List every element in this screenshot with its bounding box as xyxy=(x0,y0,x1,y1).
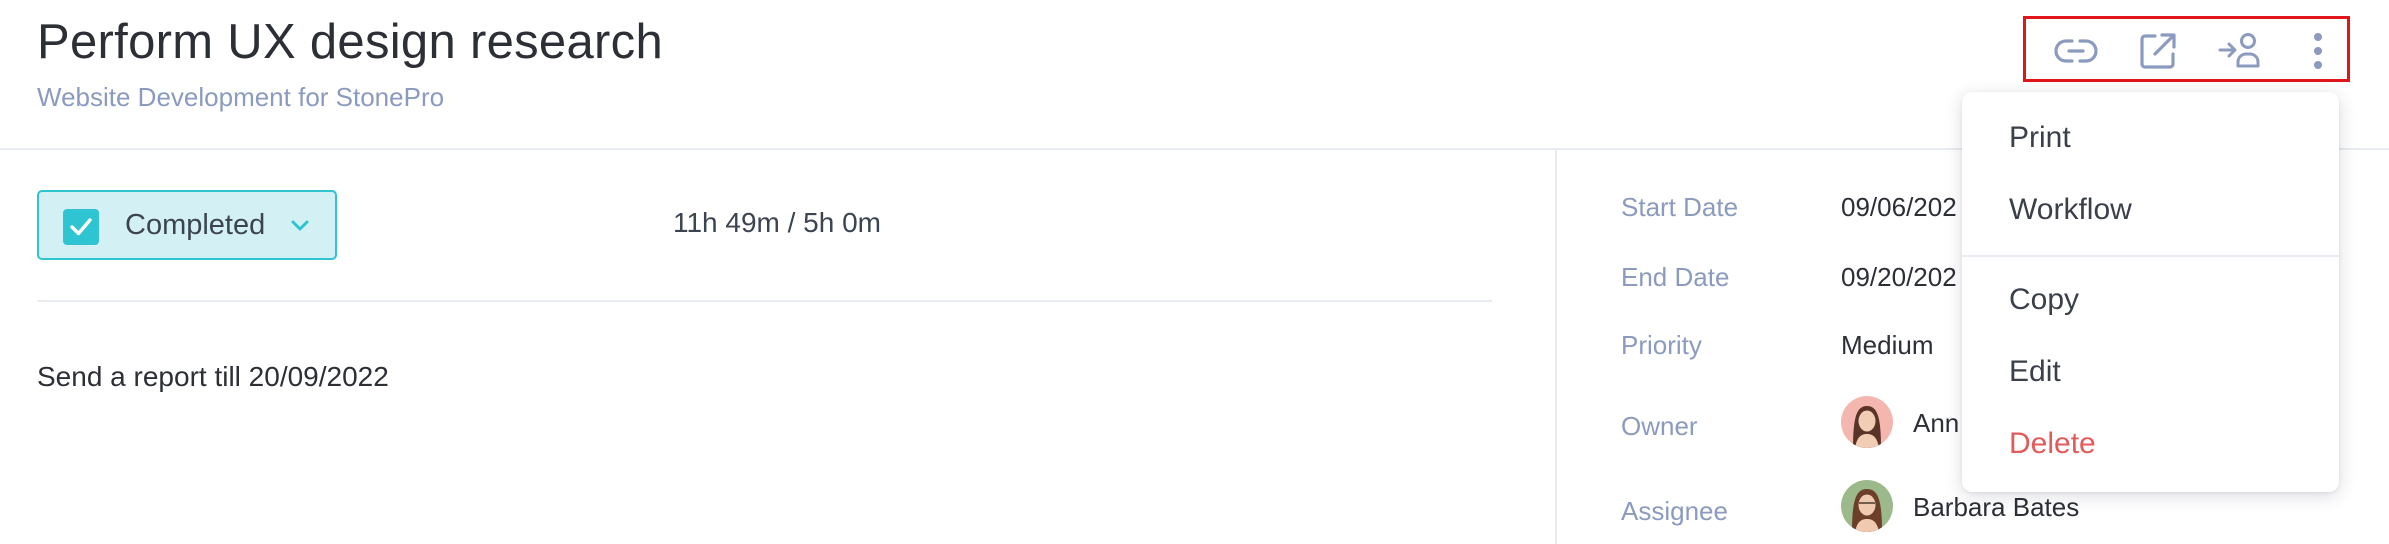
status-dropdown[interactable]: Completed xyxy=(37,190,337,260)
start-date-label: Start Date xyxy=(1621,192,1739,222)
priority-label: Priority xyxy=(1621,330,1702,360)
assign-user-icon xyxy=(2217,31,2263,71)
page-title: Perform UX design research xyxy=(37,15,663,69)
open-in-new-window-button[interactable] xyxy=(2138,33,2178,69)
time-tracked: 11h 49m / 5h 0m xyxy=(672,207,881,238)
task-description: Send a report till 20/09/2022 xyxy=(37,361,389,392)
owner-avatar xyxy=(1841,396,1893,448)
checkbox-checked-icon xyxy=(63,209,99,245)
more-vertical-icon xyxy=(2312,31,2324,71)
owner-label: Owner xyxy=(1621,411,1698,441)
assignee-label: Assignee xyxy=(1621,496,1728,526)
menu-item-delete[interactable]: Delete xyxy=(2009,427,2096,461)
copy-link-button[interactable] xyxy=(2053,33,2099,69)
owner-name: Ann xyxy=(1913,408,1960,438)
menu-item-copy[interactable]: Copy xyxy=(2009,283,2079,317)
end-date-label: End Date xyxy=(1621,262,1730,292)
start-date-value[interactable]: 09/06/202 xyxy=(1841,192,1957,223)
content-divider xyxy=(37,300,1492,302)
assignee-name: Barbara Bates xyxy=(1913,492,2080,522)
menu-item-print[interactable]: Print xyxy=(2009,121,2071,155)
project-link[interactable]: Website Development for StonePro xyxy=(37,82,444,113)
open-external-icon xyxy=(2138,31,2178,71)
assignee-avatar xyxy=(1841,480,1893,532)
assign-user-button[interactable] xyxy=(2217,31,2263,71)
more-actions-menu: Print Workflow Copy Edit Delete xyxy=(1962,92,2339,492)
menu-item-edit[interactable]: Edit xyxy=(2009,355,2061,389)
chevron-down-icon xyxy=(289,216,311,241)
status-label: Completed xyxy=(125,209,266,241)
task-toolbar xyxy=(2023,16,2350,82)
link-icon xyxy=(2053,34,2099,68)
panel-divider xyxy=(1555,150,1557,544)
menu-item-workflow[interactable]: Workflow xyxy=(2009,193,2132,227)
more-actions-button[interactable] xyxy=(2298,33,2338,69)
menu-separator xyxy=(1962,255,2339,257)
priority-value[interactable]: Medium xyxy=(1841,330,1933,361)
end-date-value[interactable]: 09/20/202 xyxy=(1841,262,1957,293)
